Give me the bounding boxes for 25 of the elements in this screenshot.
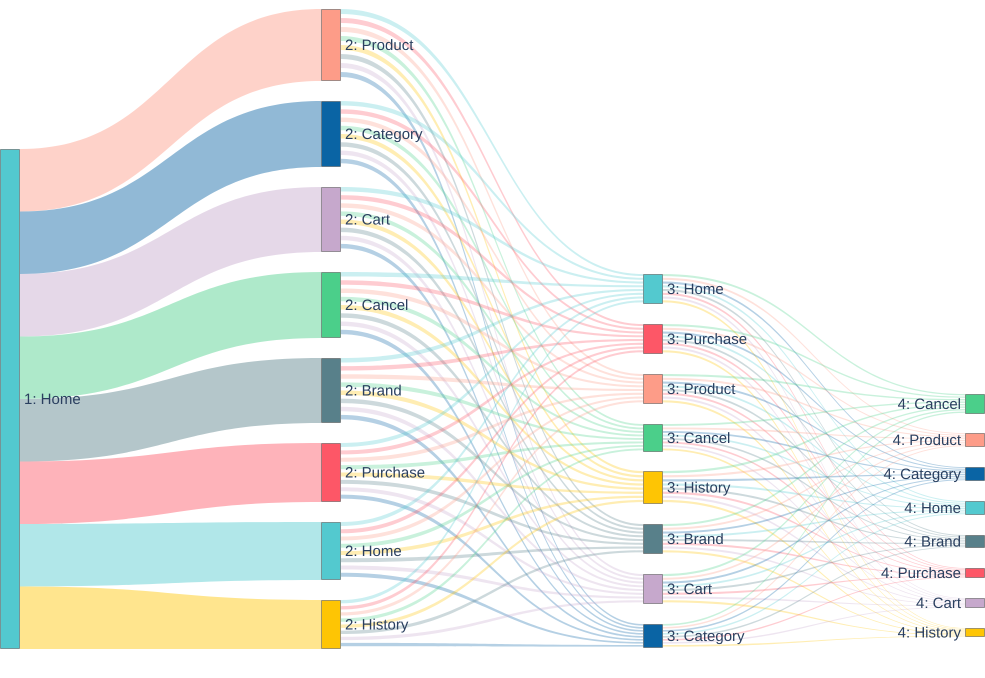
node-label: 2: History — [345, 616, 408, 634]
node-label: 3: Product — [667, 381, 736, 398]
node-label: 3: Cart — [667, 581, 712, 598]
node-label: 4: Home — [904, 500, 961, 517]
node-label: 2: Purchase — [345, 464, 426, 482]
node-label: 4: Cancel — [898, 396, 961, 413]
node-label: 4: Product — [892, 432, 961, 449]
node-label: 4: Category — [883, 466, 961, 483]
node-label: 2: Category — [345, 126, 423, 143]
node-label: 2: Home — [345, 543, 402, 560]
node-label: 2: Product — [345, 37, 414, 54]
node-label: 2: Cart — [345, 212, 390, 228]
node-label: 3: Home — [667, 281, 724, 298]
node-label: 4: History — [898, 624, 961, 642]
node-label: 3: Purchase — [667, 331, 748, 348]
node-label: 3: Cancel — [667, 430, 730, 447]
node-label: 2: Cancel — [345, 297, 408, 314]
node-label: 2: Brand — [345, 382, 402, 400]
node-label: 4: Cart — [916, 595, 961, 612]
node-label: 3: Category — [667, 628, 745, 645]
node-label: 3: History — [667, 480, 730, 496]
node-label: 4: Brand — [904, 534, 961, 550]
node-label: 4: Purchase — [880, 565, 961, 582]
node-label: 3: Brand — [667, 531, 724, 548]
node-label: 1: Home — [24, 391, 81, 408]
